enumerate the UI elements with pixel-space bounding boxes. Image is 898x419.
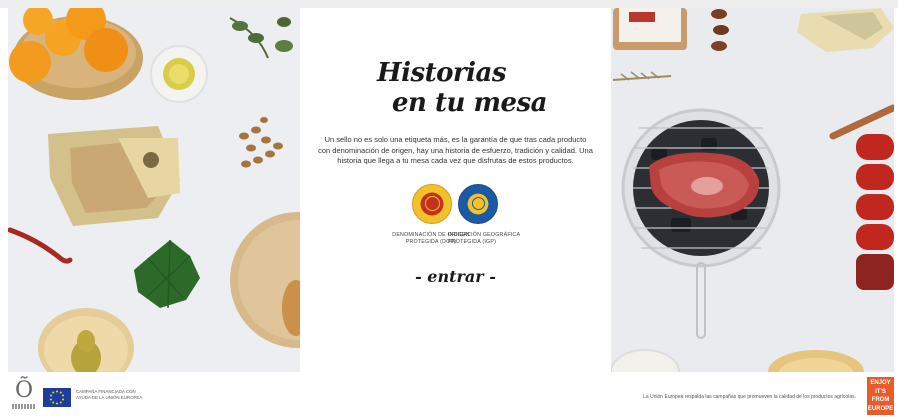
igp-seal-icon	[458, 184, 498, 224]
food-illustration-left	[8, 8, 300, 372]
hero-title-line2: en tu mesa	[392, 88, 548, 118]
eu-flag-icon	[43, 388, 71, 407]
intro-card: Historias en tu mesa Un sello no es solo…	[300, 8, 611, 372]
food-photo-left	[8, 8, 300, 372]
hero-description: Un sello no es solo una etiqueta más, es…	[318, 135, 593, 165]
hero-title-line1: Historias	[377, 58, 507, 88]
igp-seal-label: INDICACIÓN GEOGRÁFICA PROTEGIDA (IGP)	[448, 232, 520, 245]
dop-seal-icon	[412, 184, 452, 224]
eu-notice-text: La Unión Europea respalda las campañas q…	[643, 394, 856, 400]
campaign-logo-letter: Õ	[14, 378, 34, 403]
campaign-funding-text: CAMPAÑA FINANCIADA CON AYUDA DE LA UNIÓN…	[76, 389, 143, 400]
enter-button[interactable]: - entrar -	[300, 267, 611, 286]
landing-stage: Historias en tu mesa Un sello no es solo…	[8, 8, 894, 372]
food-illustration-right	[611, 8, 894, 372]
browser-top-strip	[0, 0, 898, 8]
campaign-logo-underline	[12, 404, 36, 409]
campaign-logo[interactable]: Õ	[12, 379, 36, 411]
food-photo-right	[611, 8, 894, 372]
site-footer: Õ CAMPAÑA FINANCIADA CON AYUDA DE LA UNI…	[0, 372, 898, 419]
enjoy-europe-badge[interactable]: ENJOY IT'S FROM EUROPE	[867, 377, 894, 415]
